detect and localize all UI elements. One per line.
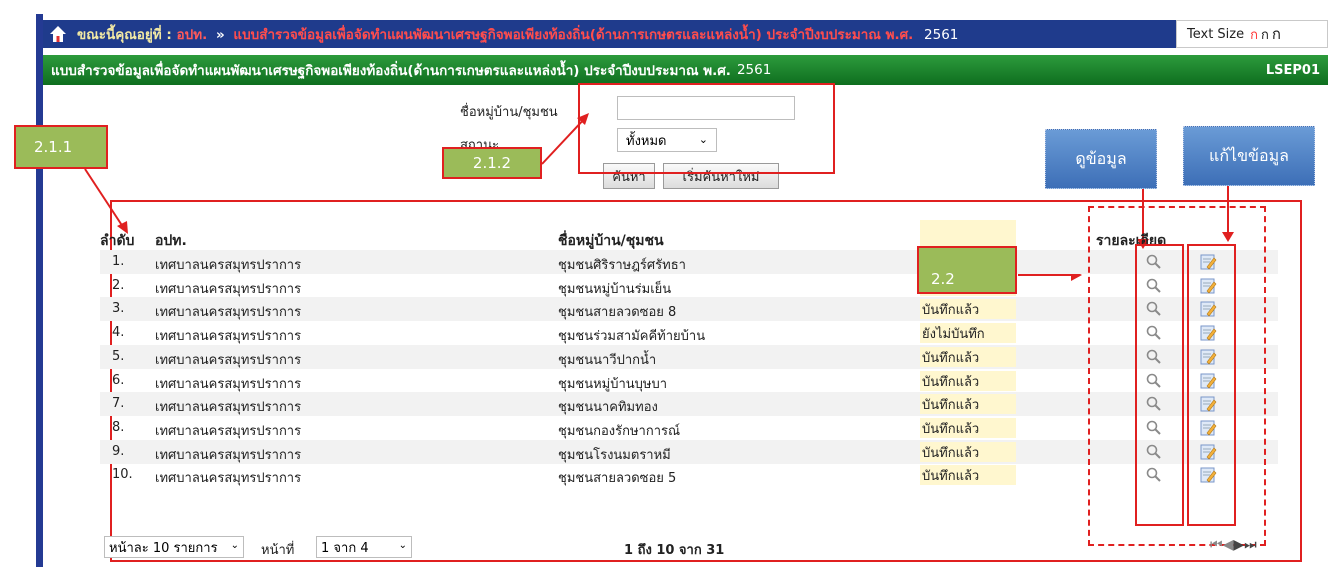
row-no: 8.	[112, 419, 125, 435]
row-village: ชุมชนหมู่บ้านร่มเย็น	[558, 281, 672, 297]
col-header-org: อปท.	[155, 233, 187, 249]
col-header-no: ลำดับ	[100, 233, 135, 249]
chevron-down-icon: ⌄	[398, 540, 407, 551]
record-range: 1 ถึง 10 จาก 31	[624, 543, 725, 558]
row-org: เทศบาลนครสมุทรปราการ	[155, 329, 302, 345]
next-page-icon[interactable]: ▶	[1233, 537, 1244, 553]
row-no: 10.	[112, 467, 133, 483]
row-org: เทศบาลนครสมุทรปราการ	[155, 400, 302, 416]
row-org: เทศบาลนครสมุทรปราการ	[155, 352, 302, 368]
last-page-icon[interactable]: ⏭	[1244, 537, 1257, 553]
row-status: บันทึกแล้ว	[920, 370, 1016, 391]
page-select-value: 1 จาก 4	[321, 540, 369, 556]
prev-page-icon[interactable]: ◀	[1223, 537, 1234, 553]
row-status: บันทึกแล้ว	[920, 465, 1016, 486]
row-village: ชุมชนนาคทิมทอง	[558, 400, 658, 416]
row-org: เทศบาลนครสมุทรปราการ	[155, 281, 302, 297]
page-label: หน้าที่	[261, 543, 295, 558]
pager-nav: ⏮◀▶⏭	[1210, 537, 1257, 553]
row-no: 7.	[112, 396, 125, 412]
row-org: เทศบาลนครสมุทรปราการ	[155, 471, 302, 487]
page: { "breadcrumb": { "prefix": "ขณะนี้คุณอย…	[0, 0, 1328, 567]
row-org: เทศบาลนครสมุทรปราการ	[155, 376, 302, 392]
row-status: บันทึกแล้ว	[920, 346, 1016, 367]
row-village: ชุมชนสายลวดซอย 5	[558, 471, 677, 487]
row-no: 1.	[112, 254, 125, 269]
row-org: เทศบาลนครสมุทรปราการ	[155, 447, 302, 463]
per-page-value: หน้าละ 10 รายการ	[109, 540, 218, 556]
row-org: เทศบาลนครสมุทรปราการ	[155, 258, 302, 273]
row-village: ชุมชนกองรักษาการณ์	[558, 423, 681, 439]
row-no: 5.	[112, 348, 125, 364]
row-no: 9.	[112, 443, 125, 459]
row-no: 3.	[112, 301, 125, 317]
row-org: เทศบาลนครสมุทรปราการ	[155, 423, 302, 439]
row-village: ชุมชนนาวีปากน้ำ	[558, 352, 657, 368]
row-org: เทศบาลนครสมุทรปราการ	[155, 305, 302, 321]
row-status: บันทึกแล้ว	[920, 299, 1016, 320]
row-no: 2.	[112, 277, 125, 293]
col-header-village: ชื่อหมู่บ้าน/ชุมชน	[558, 233, 664, 249]
chevron-down-icon: ⌄	[230, 540, 239, 551]
row-status: บันทึกแล้ว	[920, 417, 1016, 438]
per-page-select[interactable]: หน้าละ 10 รายการ ⌄	[104, 536, 244, 558]
row-status: บันทึกแล้ว	[920, 441, 1016, 462]
row-village: ชุมชนหมู่บ้านบุษบา	[558, 376, 668, 392]
row-village: ชุมชนสายลวดซอย 8	[558, 305, 677, 321]
row-no: 6.	[112, 372, 125, 388]
row-status: ยังไม่บันทึก	[920, 323, 1016, 344]
row-village: ชุมชนโรงนมตราหมี	[558, 447, 671, 463]
page-select[interactable]: 1 จาก 4 ⌄	[316, 536, 412, 558]
row-village: ชุมชนศิริราษฎร์ศรัทธา	[558, 258, 686, 273]
annotation-view-column	[1135, 244, 1184, 526]
annotation-2-2: 2.2	[917, 246, 1017, 294]
annotation-edit-column	[1187, 244, 1236, 526]
row-status: บันทึกแล้ว	[920, 394, 1016, 415]
row-no: 4.	[112, 325, 125, 341]
row-village: ชุมชนร่วมสามัคคีท้ายบ้าน	[558, 329, 706, 345]
first-page-icon[interactable]: ⏮	[1210, 537, 1223, 553]
